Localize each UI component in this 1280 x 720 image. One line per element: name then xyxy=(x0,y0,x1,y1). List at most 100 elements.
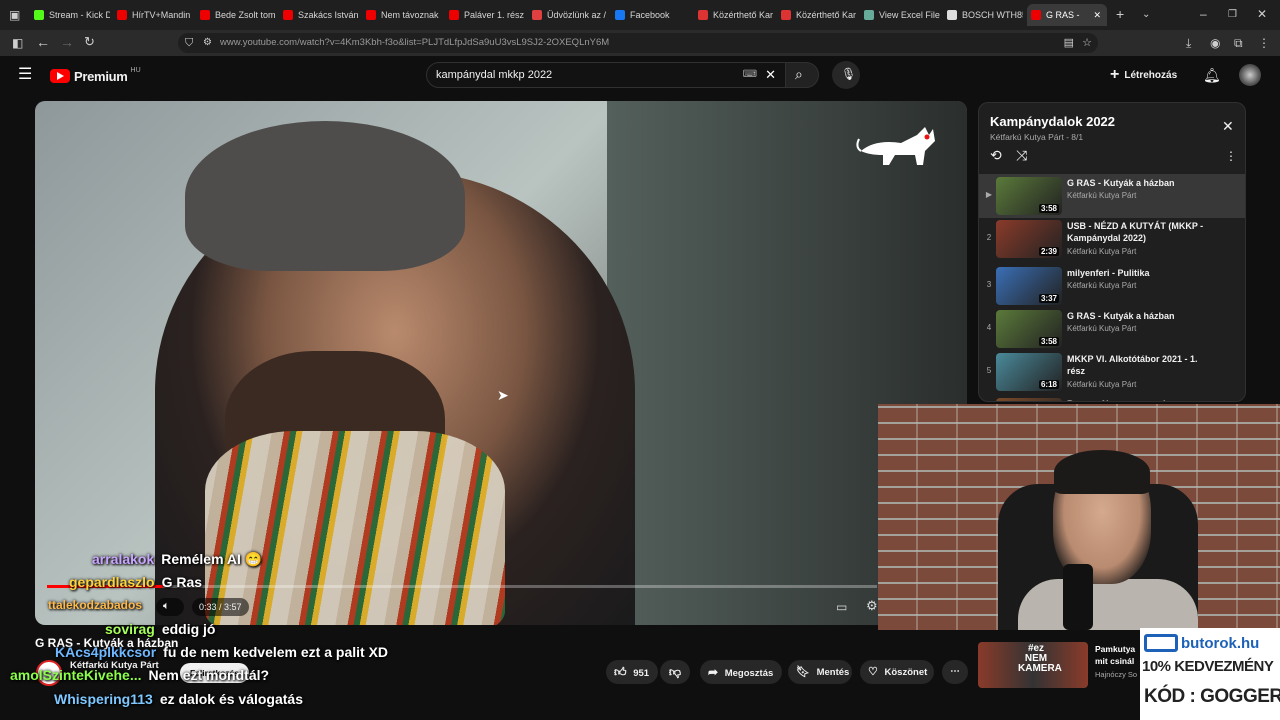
playlist-more-icon[interactable]: ⋮ xyxy=(1225,149,1237,163)
close-window-icon[interactable]: ✕ xyxy=(1257,8,1267,20)
bookmark-icon: 🔖︎ xyxy=(796,666,810,678)
playlist-item-duration: 2:39 xyxy=(1038,247,1059,256)
recommended-channel: Hajnóczy So xyxy=(1095,670,1138,679)
volume-icon: 🔈︎ xyxy=(163,600,170,612)
voice-search-button[interactable]: 🎙 xyxy=(832,61,860,89)
tab-label: Bede Zsolt tom xyxy=(215,10,276,20)
playlist-title: Kampánydalok 2022 xyxy=(990,114,1116,129)
loop-icon[interactable]: ⟲ xyxy=(990,147,1002,164)
playlist-item-title: USB - NÉZD A KUTYÁT (MKKP - Kampánydal 2… xyxy=(1067,221,1204,243)
back-icon[interactable]: ← xyxy=(36,35,50,49)
new-tab-icon[interactable]: + xyxy=(1116,7,1124,21)
video-player[interactable]: ➤ xyxy=(35,101,967,625)
tab-overview-icon[interactable]: ▣ xyxy=(9,9,20,21)
playlist-item-title: milyenferi - Pulitika xyxy=(1067,268,1150,278)
playlist-item-index: 4 xyxy=(986,323,992,332)
close-playlist-icon[interactable]: ✕ xyxy=(1222,118,1234,135)
playlist-item-title: G RAS - Kutyák a házban xyxy=(1067,178,1175,188)
playlist-item[interactable]: 3 3:37 milyenferi - Pulitika Kétfarkú Kutya… xyxy=(979,264,1245,308)
playlist-item[interactable]: 2 2:39 USB - NÉZD A KUTYÁT (MKKP - Kampány… xyxy=(979,217,1245,261)
tab-list-icon[interactable]: ⌄ xyxy=(1142,9,1150,21)
sidebar-icon[interactable]: ◧ xyxy=(12,37,23,49)
share-label: Megosztás xyxy=(724,668,774,679)
browser-tab[interactable]: Facebook xyxy=(611,4,691,26)
time-display: 0:33 / 3:57 xyxy=(192,598,249,616)
playlist-item[interactable]: 4 3:58 G RAS - Kutyák a házban Kétfarkú Kut… xyxy=(979,307,1245,351)
browser-tab[interactable]: Bede Zsolt tom xyxy=(196,4,276,26)
browser-tab[interactable]: Nem távoznak xyxy=(362,4,442,26)
tab-favicon-icon xyxy=(1031,10,1041,20)
volume-control[interactable]: 🔈︎ xyxy=(156,598,184,616)
share-button[interactable]: ➦ Megosztás xyxy=(700,660,782,684)
webcam-hair xyxy=(1054,450,1150,494)
playlist-item[interactable]: 6Besny - Nem parasznak xyxy=(979,395,1245,401)
youtube-logo[interactable]: Premium HU xyxy=(50,66,141,84)
tab-favicon-icon xyxy=(864,10,874,20)
avatar[interactable] xyxy=(1239,64,1261,86)
tab-label: Nem távoznak xyxy=(381,10,439,20)
minimize-icon[interactable]: – xyxy=(1200,8,1207,20)
profile-icon[interactable]: ◉ xyxy=(1210,37,1220,49)
share-icon: ➦ xyxy=(708,665,719,679)
forward-icon[interactable]: → xyxy=(60,35,74,49)
search-icon: ⌕ xyxy=(795,66,803,82)
streamer-webcam xyxy=(878,404,1280,630)
tab-label: Üdvözlünk az / xyxy=(547,10,607,20)
youtube-play-icon xyxy=(50,69,70,83)
more-actions-button[interactable]: ⋯ xyxy=(942,660,968,684)
tab-label: BOSCH WTH85 xyxy=(962,10,1023,20)
menu-icon[interactable]: ⋮ xyxy=(1258,37,1270,49)
settings-gear-icon[interactable]: ⚙ xyxy=(866,598,878,614)
browser-tab[interactable]: HírTV+Mandin xyxy=(113,4,193,26)
region-code: HU xyxy=(130,66,141,74)
browser-tab[interactable]: Stream - Kick D xyxy=(30,4,110,26)
dislike-button[interactable]: 👎︎ xyxy=(660,660,690,684)
tab-favicon-icon xyxy=(117,10,127,20)
microphone-icon: 🎙 xyxy=(841,67,857,81)
download-icon[interactable]: ⤓ xyxy=(1186,37,1191,49)
bookmark-star-icon[interactable]: ☆ xyxy=(1082,37,1092,49)
chat-username: Whispering113 xyxy=(54,691,153,707)
chat-username: arralakok xyxy=(92,551,155,567)
browser-tab[interactable]: View Excel Files xyxy=(860,4,940,26)
notifications-bell-icon[interactable]: 🔔︎ xyxy=(1203,67,1221,84)
playlist-item-thumbnail: 3:58 xyxy=(996,310,1062,348)
playlist-item-channel: Kétfarkú Kutya Párt xyxy=(1067,191,1137,200)
search-button[interactable]: ⌕ xyxy=(785,62,819,88)
site-settings-icon[interactable]: ⚙ xyxy=(203,37,212,49)
playlist-panel: Kampánydalok 2022 Kétfarkú Kutya Párt - … xyxy=(978,102,1246,402)
browser-tab[interactable]: BOSCH WTH85 xyxy=(943,4,1023,26)
close-tab-icon[interactable]: ✕ xyxy=(1093,10,1101,21)
reader-mode-icon[interactable]: ▤ xyxy=(1064,37,1074,49)
hamburger-menu-icon[interactable]: ☰ xyxy=(18,67,32,83)
search-input[interactable]: kampánydal mkkp 2022 ⌨ ✕ xyxy=(426,62,786,88)
site-info-icon[interactable]: ⛉ xyxy=(185,37,193,49)
chat-message: Whispering113 ez dalok és válogatás xyxy=(54,691,303,711)
like-button[interactable]: 👍︎ 951 xyxy=(606,660,658,684)
browser-tab[interactable]: Közérthető Kar xyxy=(694,4,774,26)
browser-tab[interactable]: Közérthető Kar xyxy=(777,4,857,26)
recommended-video[interactable]: #ez NEM KAMERA Pamkutya mit csinál Hajnó… xyxy=(978,640,1140,690)
browser-tab[interactable]: Üdvözlünk az / xyxy=(528,4,608,26)
playlist-item-title: G RAS - Kutyák a házban xyxy=(1067,311,1175,321)
reload-icon[interactable]: ↻ xyxy=(84,35,95,48)
url-field[interactable]: ⛉ ⚙ www.youtube.com/watch?v=4Km3Kbh-f3o&… xyxy=(178,33,1098,53)
shuffle-icon[interactable]: ⤨ xyxy=(1016,147,1027,164)
browser-tab[interactable]: Szakács István xyxy=(279,4,359,26)
browser-tab[interactable]: G RAS - ✕ xyxy=(1027,4,1107,26)
subtitles-icon[interactable]: ▭ xyxy=(836,600,847,614)
maximize-icon[interactable]: ❐ xyxy=(1228,9,1237,21)
save-button[interactable]: 🔖︎ Mentés xyxy=(788,660,852,684)
chat-message: arralakok Remélem AI 😁 xyxy=(92,551,262,571)
playlist-item-title: Besny - Nem parasznak xyxy=(1067,398,1217,401)
create-button[interactable]: + Létrehozás xyxy=(1110,64,1177,86)
tab-label: View Excel Files xyxy=(879,10,940,20)
playlist-item[interactable]: ▶ 3:58 G RAS - Kutyák a házban Kétfarkú Kut… xyxy=(979,174,1245,218)
extensions-icon[interactable]: ⧉ xyxy=(1234,37,1243,49)
keyboard-icon[interactable]: ⌨ xyxy=(743,63,757,87)
playlist-item[interactable]: 5 6:18 MKKP VI. Alkotótábor 2021 - 1. rész… xyxy=(979,350,1245,394)
chat-message: KAcs4plkkcsor fu de nem kedvelem ezt a pa… xyxy=(55,644,388,664)
thanks-button[interactable]: ♡ Köszönet xyxy=(860,660,934,684)
browser-tab[interactable]: Paláver 1. rész xyxy=(445,4,525,26)
clear-search-icon[interactable]: ✕ xyxy=(765,63,776,87)
